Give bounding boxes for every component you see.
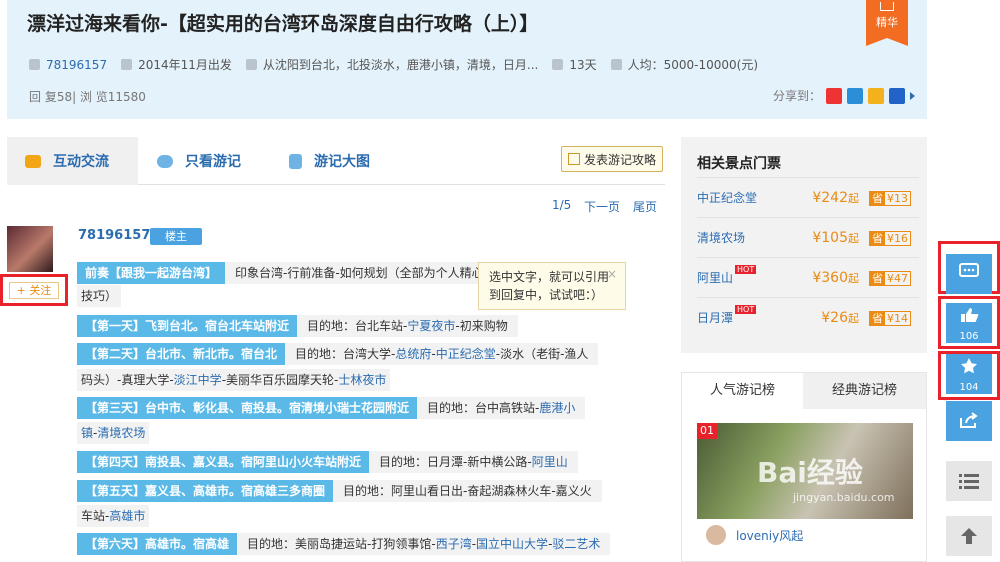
op-badge: 楼主 (150, 228, 202, 245)
thumbs-up-icon (961, 308, 979, 322)
toc-link-day1[interactable]: 【第一天】飞到台北。宿台北车站附近 (77, 315, 298, 337)
image-icon (289, 153, 302, 169)
list-item: 【第二天】台北市、新北市。宿台北 目的地：台湾大学-总统府-中正纪念堂-淡水（老街… (77, 343, 599, 365)
user-icon (29, 59, 40, 70)
ticket-item[interactable]: 日月潭 HOT ¥26起 省 ¥14 (697, 297, 919, 337)
reply-view-stats: 回 复58| 浏 览11580 (29, 90, 146, 104)
share-float-button[interactable] (946, 401, 992, 441)
qq-share-icon[interactable] (847, 87, 864, 104)
budget-icon (610, 59, 622, 70)
watermark-url: jingyan.baidu.com (793, 491, 895, 504)
like-float-button[interactable]: 106 (946, 303, 992, 343)
post-username[interactable]: 78196157 (78, 228, 150, 243)
favorite-float-button[interactable]: 104 (946, 354, 992, 394)
follow-button[interactable]: + 关注 (9, 282, 59, 299)
follow-highlight: + 关注 (0, 274, 68, 306)
watermark-logo: Bai经验 (757, 456, 863, 489)
comment-float-button[interactable] (946, 254, 992, 294)
share-bar: 分享到： (773, 87, 916, 104)
toc-link-day5[interactable]: 【第五天】嘉义县、高雄市。宿高雄三多商圈 (77, 480, 334, 502)
guide-header: 漂洋过海来看你-【超实用的台湾环岛深度自由行攻略（上）】 精华 78196157… (7, 0, 927, 119)
toc-link-day2[interactable]: 【第二天】台北市、新北市。宿台北 (77, 343, 286, 365)
chat-icon (25, 154, 41, 168)
calendar-icon (552, 59, 564, 70)
page-indicator: 1/5 (552, 198, 572, 212)
next-page-link[interactable]: 下一页 (584, 198, 620, 215)
avatar (704, 523, 728, 547)
weibo-share-icon[interactable] (826, 87, 843, 104)
edit-icon (567, 153, 580, 165)
back-to-top-button[interactable] (946, 516, 992, 556)
ticket-item[interactable]: 清境农场 ¥105起 省 ¥16 (697, 217, 919, 257)
quote-tooltip: 选中文字，就可以引用到回复中，试试吧：） × (478, 262, 626, 310)
list-item: 【第三天】台中市、彰化县、南投县。宿清境小瑞士花园附近 目的地：台中高铁站-鹿港小 (77, 397, 586, 419)
toc-link-day3[interactable]: 【第三天】台中市、彰化县、南投县。宿清境小瑞士花园附近 (77, 397, 418, 419)
eye-icon (157, 154, 173, 168)
ticket-item[interactable]: 中正纪念堂 ¥242起 省 ¥13 (697, 177, 919, 217)
list-icon (959, 474, 979, 489)
toc-link-day6[interactable]: 【第六天】高雄市。宿高雄 (77, 533, 238, 555)
ranking-panel: 人气游记榜 经典游记榜 01 Bai经验 jingyan.baidu.com l… (681, 372, 927, 562)
star-icon (961, 358, 977, 374)
depart-date: 2014年11月出发 (138, 58, 232, 72)
list-item: 前奏【跟我一起游台湾】 印象台湾-行前准备-如何规划（全部为个人精心 (77, 262, 494, 284)
featured-badge: 精华 (866, 0, 908, 46)
hot-badge: HOT (735, 265, 757, 274)
ticket-panel: 相关景点门票 中正纪念堂 ¥242起 省 ¥13 清境农场 ¥105起 省 ¥16 … (681, 137, 927, 353)
ticket-panel-title: 相关景点门票 (697, 156, 781, 172)
arrow-up-icon (961, 528, 977, 544)
list-float-button[interactable] (946, 461, 992, 501)
share-label: 分享到： (773, 89, 822, 103)
like-count: 106 (959, 331, 979, 342)
renren-share-icon[interactable] (889, 87, 906, 104)
toc-link-day4[interactable]: 【第四天】南投县、嘉义县。宿阿里山小火车站附近 (77, 451, 370, 473)
favorite-count: 104 (959, 382, 979, 393)
list-item: 【第四天】南投县、嘉义县。宿阿里山小火车站附近 目的地：日月潭-新中横公路-阿里山 (77, 451, 578, 473)
trip-budget: 人均：5000-10000(元) (627, 58, 759, 72)
tab-only-notes[interactable]: 只看游记 (157, 137, 241, 185)
trip-days: 13天 (569, 58, 597, 72)
tab-popular-ranking[interactable]: 人气游记榜 (682, 373, 803, 409)
plane-icon (121, 59, 133, 70)
ranking-author[interactable]: loveniy风起 (704, 523, 803, 547)
page-title: 漂洋过海来看你-【超实用的台湾环岛深度自由行攻略（上）】 (27, 13, 539, 35)
tab-classic-ranking[interactable]: 经典游记榜 (803, 373, 926, 409)
more-share-icon[interactable] (910, 91, 916, 100)
ranking-thumbnail[interactable]: 01 Bai经验 jingyan.baidu.com (697, 423, 913, 519)
author-link[interactable]: 78196157 (46, 58, 107, 72)
post-guide-button[interactable]: 发表游记攻略 (561, 146, 663, 172)
list-item: 【第一天】飞到台北。宿台北车站附近 目的地：台北车站-宁夏夜市-初来购物 (77, 315, 518, 337)
toc-link-prelude[interactable]: 前奏【跟我一起游台湾】 (77, 262, 226, 284)
list-item: 【第六天】高雄市。宿高雄 目的地：美丽岛捷运站-打狗领事馆-西子湾-国立中山大学-… (77, 533, 611, 555)
ticket-item[interactable]: 阿里山 HOT ¥360起 省 ¥47 (697, 257, 919, 297)
tab-interact[interactable]: 互动交流 (7, 137, 138, 185)
avatar[interactable] (7, 226, 53, 272)
hot-badge: HOT (735, 305, 757, 314)
share-icon (960, 412, 978, 428)
rank-number: 01 (697, 423, 717, 439)
qzone-share-icon[interactable] (868, 87, 885, 104)
comment-icon (959, 263, 979, 277)
tab-big-images[interactable]: 游记大图 (289, 137, 370, 185)
guide-meta: 78196157 2014年11月出发 从沈阳到台北，北投淡水，鹿港小镇，清境，… (29, 56, 772, 73)
close-icon[interactable]: × (607, 265, 617, 283)
list-item: 【第五天】嘉义县、高雄市。宿高雄三多商圈 目的地：阿里山看日出-奋起湖森林火车-嘉… (77, 480, 602, 502)
route-icon (245, 59, 257, 70)
route-text: 从沈阳到台北，北投淡水，鹿港小镇，清境，日月... (262, 58, 539, 72)
last-page-link[interactable]: 尾页 (633, 198, 657, 215)
